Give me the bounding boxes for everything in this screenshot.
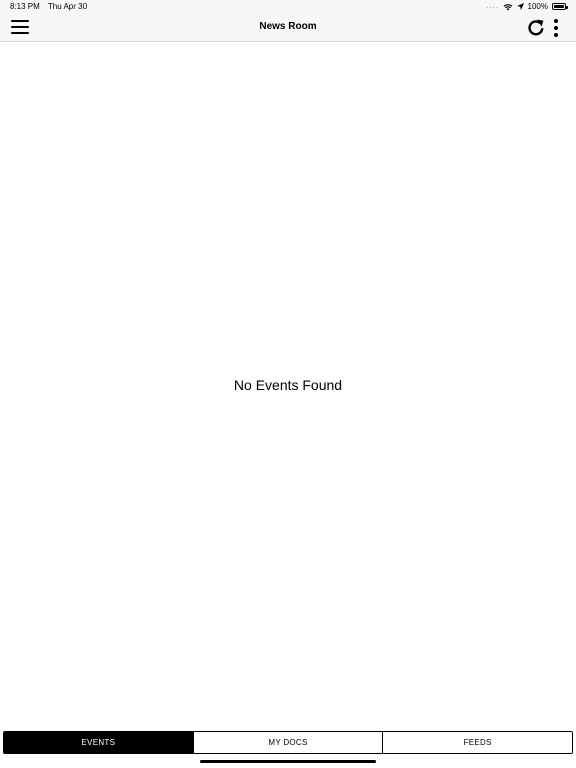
more-dot [554,19,558,23]
battery-icon [552,3,568,10]
refresh-icon[interactable] [526,18,546,38]
tab-feeds[interactable]: FEEDS [382,732,572,753]
battery-percent: 100% [527,2,548,11]
menu-line [11,32,29,34]
tab-events[interactable]: EVENTS [4,732,193,753]
status-time: 8:13 PM [10,2,40,11]
more-dot [554,26,558,30]
wifi-icon [503,3,512,10]
location-arrow-icon [516,3,524,10]
segmented-tab-bar: EVENTS MY DOCS FEEDS [3,731,573,754]
page-title: News Room [259,21,317,32]
battery-fill [554,5,564,8]
status-left: 8:13 PM Thu Apr 30 [10,2,93,11]
home-indicator[interactable] [200,760,376,763]
more-vertical-icon[interactable] [552,19,560,37]
empty-state-message: No Events Found [233,377,343,393]
status-bar: 8:13 PM Thu Apr 30 .... 100% [0,0,576,14]
app-screen: 8:13 PM Thu Apr 30 .... 100% News Room N… [0,0,576,768]
more-dot [554,33,558,37]
signal-dots: .... [486,3,499,10]
nav-bar: News Room [0,14,576,42]
status-date: Thu Apr 30 [47,2,88,11]
status-right: .... 100% [486,2,568,11]
tab-my-docs[interactable]: MY DOCS [192,732,383,753]
